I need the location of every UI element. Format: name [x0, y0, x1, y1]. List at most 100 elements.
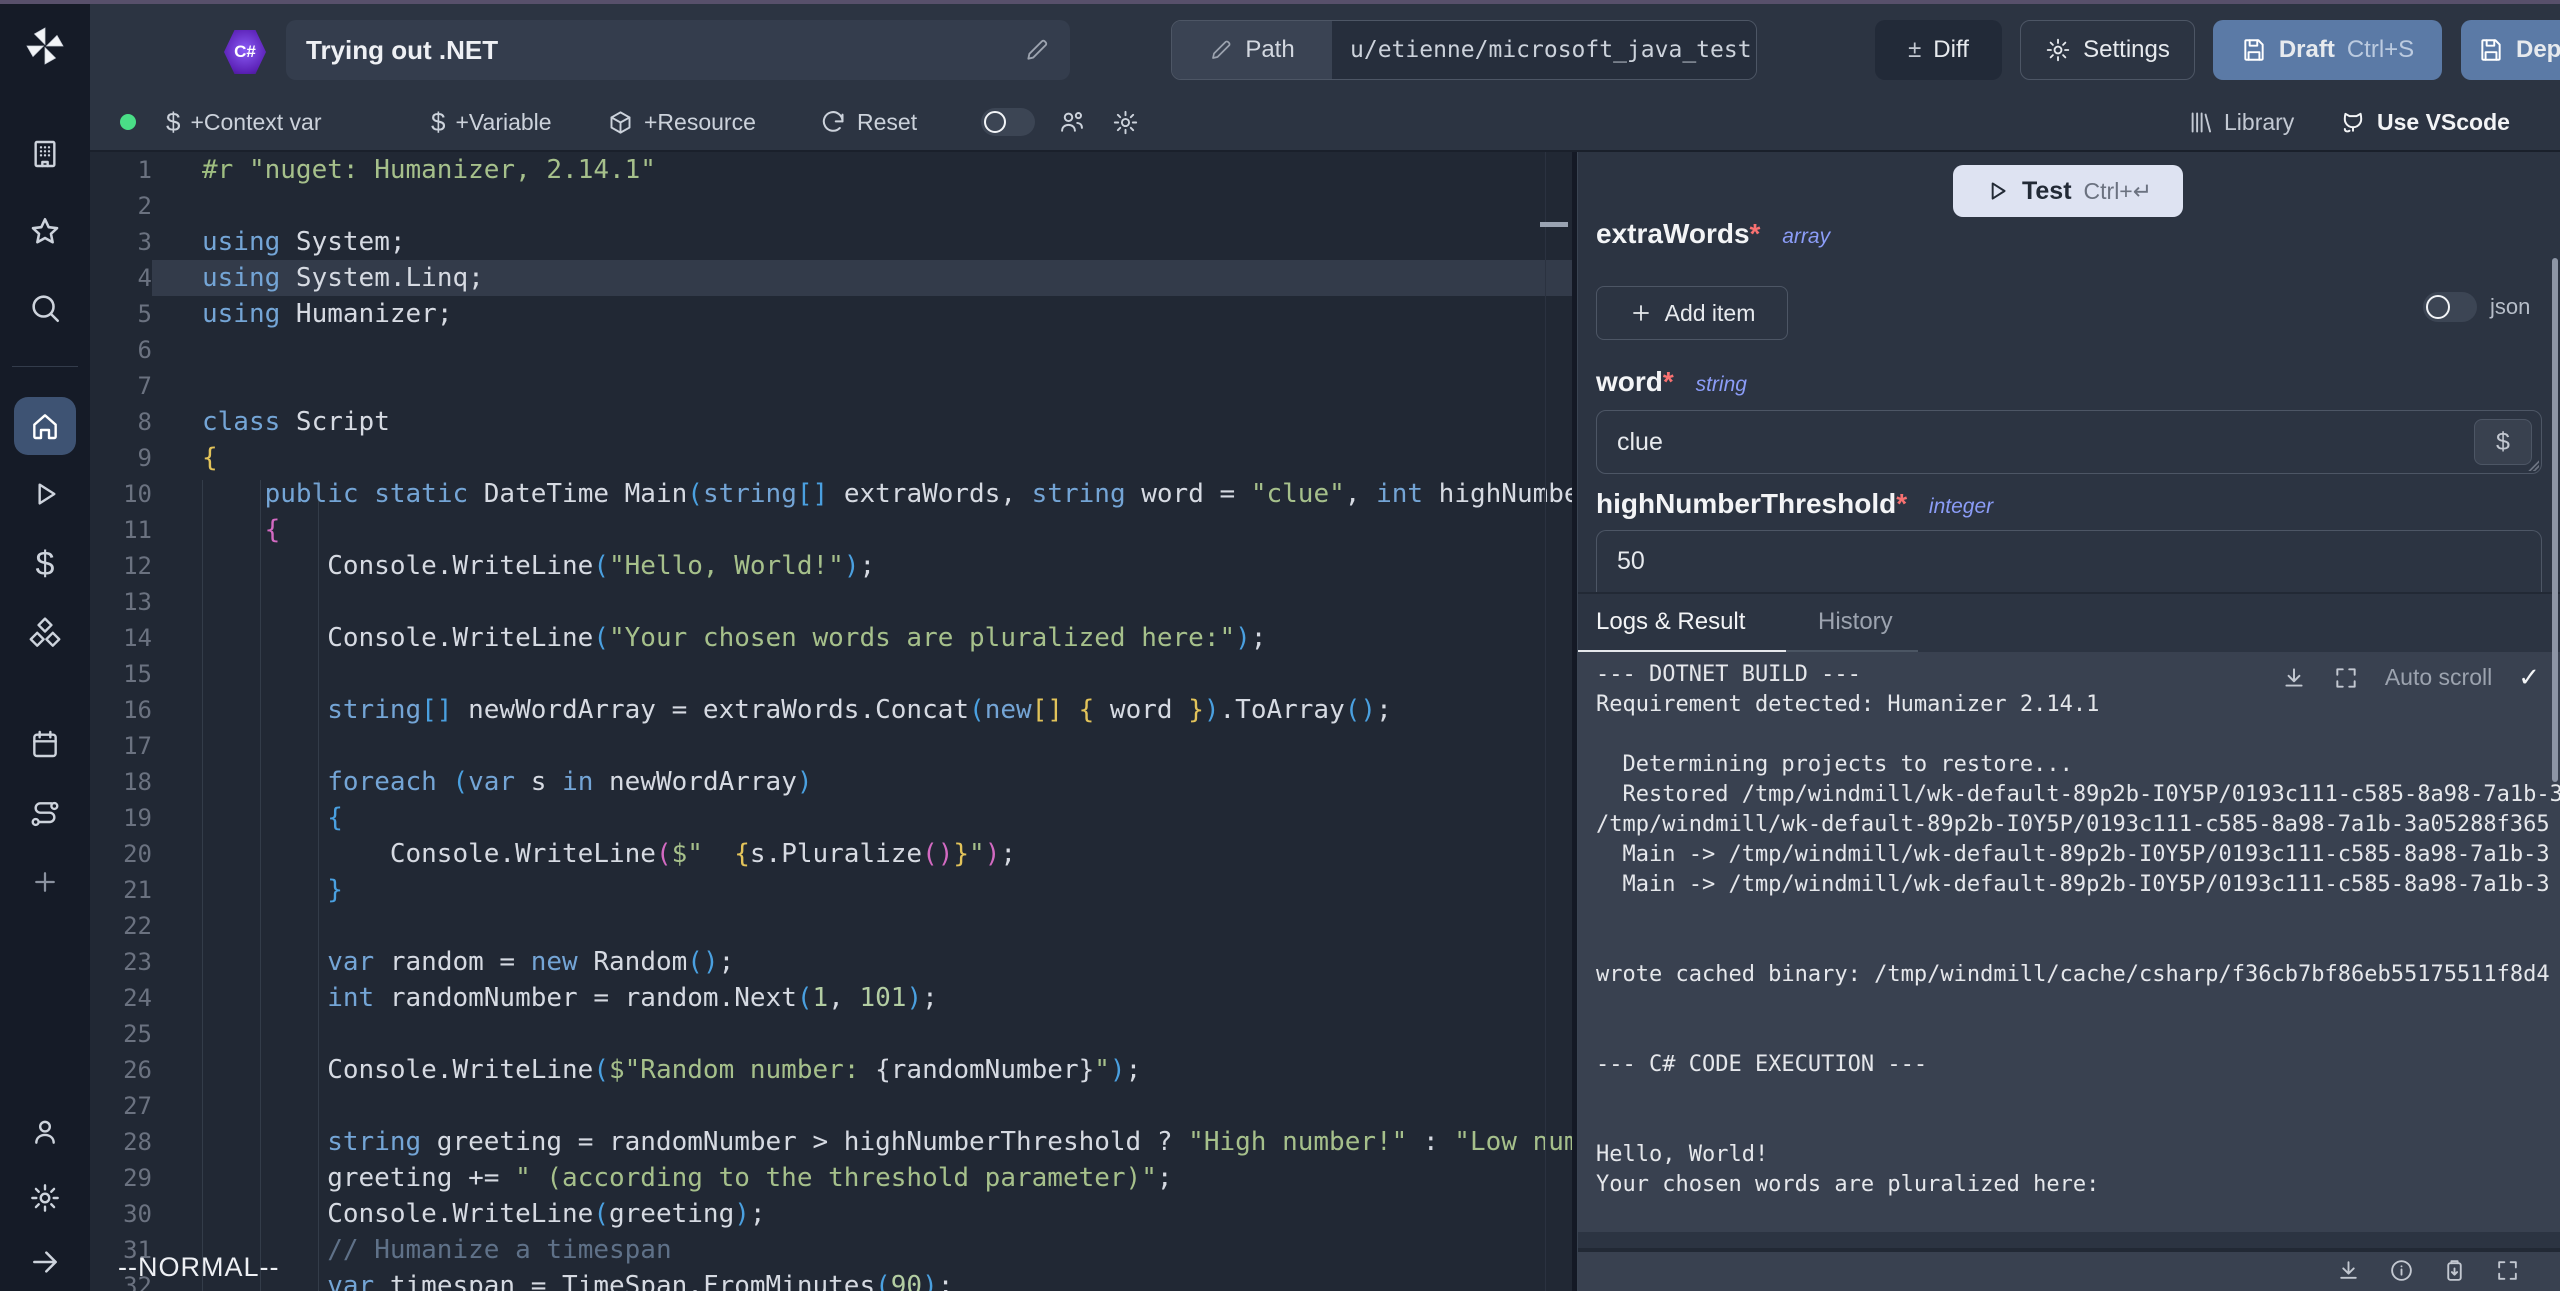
code-line[interactable]: 13	[90, 584, 1572, 620]
settings-gear-icon[interactable]	[0, 1170, 90, 1226]
code-line[interactable]: 6	[90, 332, 1572, 368]
code-line[interactable]: 5using Humanizer;	[90, 296, 1572, 332]
library-button[interactable]: Library	[2187, 94, 2294, 150]
code-line[interactable]: 18 foreach (var s in newWordArray)	[90, 764, 1572, 800]
code-line[interactable]: 21 }	[90, 872, 1572, 908]
insert-variable-button[interactable]: $	[2474, 419, 2532, 465]
code-line[interactable]: 11 {	[90, 512, 1572, 548]
dollar-icon[interactable]: $	[0, 536, 90, 592]
code-line[interactable]: 4using System.Linq;	[90, 260, 1572, 296]
code-line[interactable]: 30 Console.WriteLine(greeting);	[90, 1196, 1572, 1232]
boxes-icon[interactable]	[0, 606, 90, 662]
add-variable-button[interactable]: $ +Variable	[431, 94, 552, 150]
highnumberthreshold-input[interactable]: 50	[1596, 530, 2542, 592]
sidebar-item-home[interactable]	[0, 394, 90, 458]
script-title-box[interactable]: Trying out .NET	[286, 20, 1070, 80]
line-number: 26	[90, 1052, 152, 1088]
panel-vertical-scrollbar-thumb[interactable]	[2552, 258, 2558, 782]
deploy-button[interactable]: Deploy	[2461, 20, 2560, 80]
code-line[interactable]: 22	[90, 908, 1572, 944]
play-icon[interactable]	[0, 466, 90, 522]
code-line[interactable]: 32 var timespan = TimeSpan.FromMinutes(9…	[90, 1268, 1572, 1291]
code-line[interactable]: 10 public static DateTime Main(string[] …	[90, 476, 1572, 512]
info-icon[interactable]	[2389, 1258, 2414, 1283]
code-line[interactable]: 15	[90, 656, 1572, 692]
path-chip[interactable]: Path u/etienne/microsoft_java_test	[1171, 20, 1757, 80]
code-line[interactable]: 28 string greeting = randomNumber > high…	[90, 1124, 1572, 1160]
test-shortcut: Ctrl+↵	[2084, 178, 2152, 205]
line-number: 28	[90, 1124, 152, 1160]
code-line[interactable]: 12 Console.WriteLine("Hello, World!");	[90, 548, 1572, 584]
edit-title-pencil-icon[interactable]	[1024, 37, 1050, 63]
toggle-knob	[2426, 295, 2450, 319]
code-line[interactable]: 3using System;	[90, 224, 1572, 260]
log-line: Restored /tmp/windmill/wk-default-89p2b-…	[1596, 780, 2560, 810]
star-icon[interactable]	[0, 204, 90, 260]
line-number: 18	[90, 764, 152, 800]
code-line[interactable]: 25	[90, 1016, 1572, 1052]
editor-scrollbar-thumb[interactable]	[1540, 222, 1568, 227]
line-number: 11	[90, 512, 152, 548]
reset-button[interactable]: Reset	[820, 94, 917, 150]
use-vscode-button[interactable]: Use VScode	[2339, 94, 2510, 150]
code-line[interactable]: 8class Script	[90, 404, 1572, 440]
add-item-button[interactable]: Add item	[1596, 286, 1788, 340]
users-icon[interactable]	[1058, 94, 1086, 150]
building-icon[interactable]	[0, 126, 90, 182]
user-icon[interactable]	[0, 1104, 90, 1160]
route-icon[interactable]	[0, 786, 90, 842]
result-section: 2024-12-10T17:29:51.6021076Z Copy	[1578, 1252, 2560, 1291]
expand-result-icon[interactable]	[2495, 1258, 2520, 1283]
clipboard-icon[interactable]	[2442, 1258, 2467, 1283]
code-line[interactable]: 20 Console.WriteLine($" {s.Pluralize()}"…	[90, 836, 1572, 872]
cat-icon	[2339, 108, 2367, 136]
json-toggle-label: json	[2490, 294, 2530, 320]
code-line[interactable]: 2	[90, 188, 1572, 224]
resize-grip[interactable]	[2527, 459, 2539, 471]
settings-button[interactable]: Settings	[2020, 20, 2195, 80]
download-result-icon[interactable]	[2336, 1258, 2361, 1283]
add-resource-button[interactable]: +Resource	[607, 94, 756, 150]
code-line[interactable]: 17	[90, 728, 1572, 764]
code-line[interactable]: 7	[90, 368, 1572, 404]
log-line	[1596, 1080, 2560, 1110]
add-context-var-button[interactable]: $ +Context var	[166, 94, 322, 150]
code-line[interactable]: 9{	[90, 440, 1572, 476]
expand-logs-icon[interactable]	[2333, 665, 2359, 691]
test-button[interactable]: Test Ctrl+↵	[1953, 165, 2183, 217]
diff-button[interactable]: ± Diff	[1875, 20, 2002, 80]
code-line[interactable]: 1#r "nuget: Humanizer, 2.14.1"	[90, 152, 1572, 188]
tab-logs-and-result[interactable]: Logs & Result	[1596, 594, 1745, 650]
indent-guide	[260, 480, 261, 1291]
editor-settings-gear-icon[interactable]	[1112, 94, 1139, 150]
windmill-logo-icon[interactable]	[0, 18, 90, 74]
download-logs-icon[interactable]	[2281, 665, 2307, 691]
vim-mode-status: --NORMAL--	[118, 1252, 279, 1283]
code-editor[interactable]: 1#r "nuget: Humanizer, 2.14.1"23using Sy…	[90, 152, 1572, 1291]
code-line[interactable]: 14 Console.WriteLine("Your chosen words …	[90, 620, 1572, 656]
code-line[interactable]: 27	[90, 1088, 1572, 1124]
code-line[interactable]: 31 // Humanize a timespan	[90, 1232, 1572, 1268]
log-panel[interactable]: --- DOTNET BUILD ---Requirement detected…	[1578, 652, 2560, 1232]
draft-button[interactable]: Draft Ctrl+S	[2213, 20, 2442, 80]
log-line: Requirement detected: Humanizer 2.14.1	[1596, 690, 2560, 720]
diff-mode-toggle[interactable]	[981, 108, 1035, 136]
auto-scroll-label[interactable]: Auto scroll	[2385, 664, 2492, 691]
code-line[interactable]: 24 int randomNumber = random.Next(1, 101…	[90, 980, 1572, 1016]
tab-history[interactable]: History	[1818, 594, 1893, 650]
arrow-right-icon[interactable]	[0, 1234, 90, 1290]
arg-label-word: word* string	[1596, 366, 1747, 398]
search-icon[interactable]	[0, 280, 90, 336]
log-line: Determining projects to restore...	[1596, 750, 2560, 780]
sidebar-divider	[12, 366, 78, 367]
plus-icon[interactable]	[0, 854, 90, 910]
code-line[interactable]: 23 var random = new Random();	[90, 944, 1572, 980]
word-input[interactable]: clue $	[1596, 410, 2542, 474]
code-line[interactable]: 16 string[] newWordArray = extraWords.Co…	[90, 692, 1572, 728]
json-toggle[interactable]	[2423, 292, 2477, 322]
code-line[interactable]: 26 Console.WriteLine($"Random number: {r…	[90, 1052, 1572, 1088]
calendar-icon[interactable]	[0, 716, 90, 772]
code-line[interactable]: 29 greeting += " (according to the thres…	[90, 1160, 1572, 1196]
script-title: Trying out .NET	[306, 35, 1024, 66]
code-line[interactable]: 19 {	[90, 800, 1572, 836]
